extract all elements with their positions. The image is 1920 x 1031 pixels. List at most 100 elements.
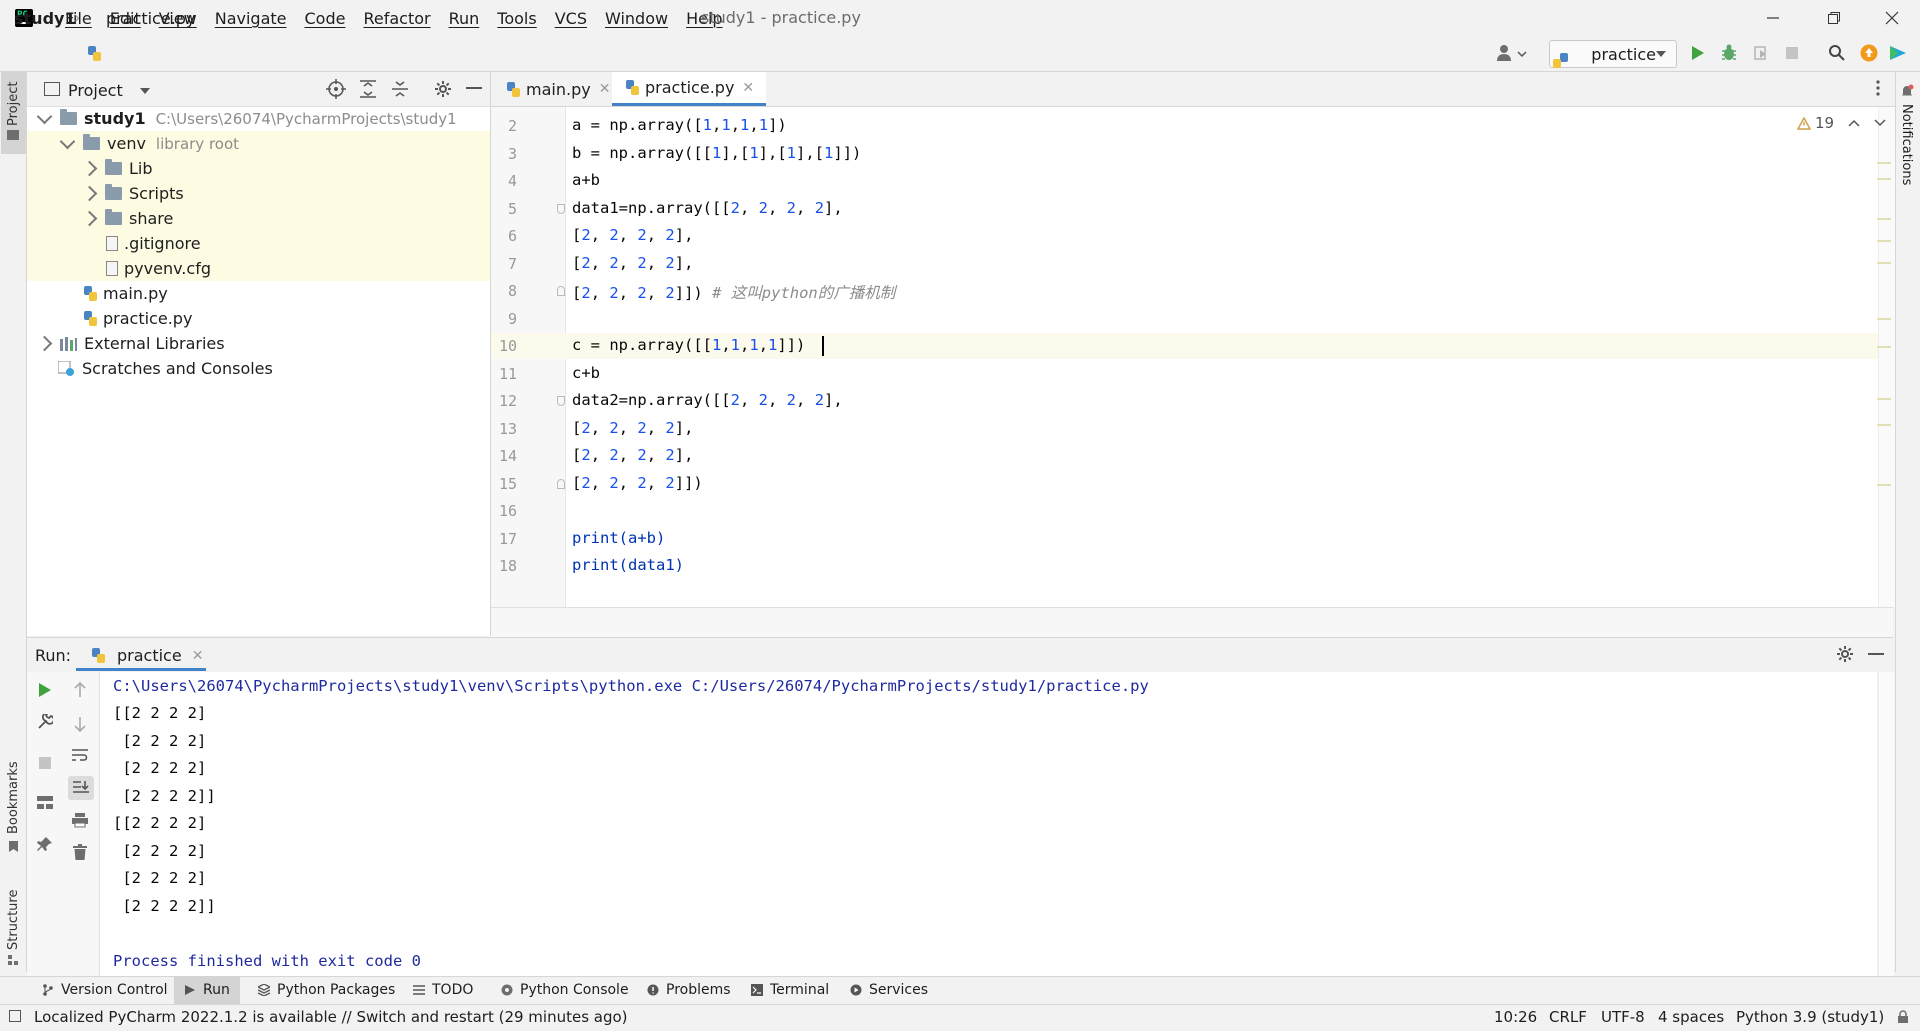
caret-position[interactable]: 10:26 — [1494, 1008, 1537, 1026]
plugin-button[interactable] — [1888, 44, 1908, 62]
run-console-output[interactable] — [100, 672, 1877, 976]
project-view-selector[interactable]: Project — [68, 81, 123, 100]
python-packages-tool-button[interactable]: Python Packages — [258, 976, 395, 1004]
run-tab-label: practice — [117, 646, 182, 665]
indent-setting[interactable]: 4 spaces — [1658, 1008, 1724, 1026]
chevron-right-icon — [81, 185, 98, 202]
account-button[interactable] — [1496, 44, 1530, 62]
collapse-all-button[interactable] — [391, 80, 409, 98]
tree-item-scripts[interactable]: Scripts — [27, 181, 490, 206]
todo-tool-button[interactable]: TODO — [413, 976, 473, 1004]
edit-configuration-button[interactable] — [37, 714, 53, 730]
tab-main-py[interactable]: main.py ✕ — [507, 72, 610, 106]
menu-run[interactable]: Run — [440, 9, 489, 28]
status-message[interactable]: Localized PyCharm 2022.1.2 is available … — [34, 1008, 628, 1026]
menu-tools[interactable]: Tools — [488, 9, 545, 28]
editor-scrollbar[interactable] — [1878, 107, 1895, 607]
search-everywhere-button[interactable] — [1828, 44, 1846, 62]
pin-tab-button[interactable] — [37, 836, 53, 852]
rerun-button[interactable] — [38, 682, 52, 698]
fold-marker-icon[interactable] — [557, 204, 565, 214]
services-tool-button[interactable]: Services — [850, 976, 928, 1004]
breadcrumb-file[interactable]: practice.py — [106, 9, 195, 28]
error-stripe-mark — [1877, 484, 1891, 486]
structure-tool-tab[interactable]: Structure — [6, 890, 21, 950]
tree-item-venv[interactable]: venv library root — [27, 131, 490, 156]
python-interpreter[interactable]: Python 3.9 (study1) — [1736, 1008, 1884, 1026]
stop-run-button[interactable] — [38, 756, 52, 770]
expand-all-button[interactable] — [359, 80, 377, 98]
tree-item-gitignore[interactable]: .gitignore — [27, 231, 490, 256]
terminal-tool-button[interactable]: Terminal — [751, 976, 829, 1004]
console-scrollbar[interactable] — [1878, 672, 1894, 976]
tab-practice-py[interactable]: practice.py ✕ — [612, 72, 767, 106]
chevron-up-icon[interactable] — [1848, 119, 1860, 127]
hide-run-panel-button[interactable] — [1868, 652, 1884, 656]
menu-code[interactable]: Code — [296, 9, 355, 28]
problems-tool-button[interactable]: Problems — [647, 976, 731, 1004]
fold-marker-icon[interactable] — [557, 479, 565, 489]
stop-button[interactable] — [1785, 46, 1799, 60]
toggle-tool-windows-icon[interactable] — [9, 1010, 21, 1022]
lock-icon[interactable] — [1896, 1010, 1910, 1024]
editor-horizontal-scroll-area[interactable] — [491, 607, 1893, 637]
restore-button[interactable] — [1806, 0, 1862, 36]
project-tool-tab-label: Project — [6, 81, 21, 126]
close-tab-icon[interactable]: ✕ — [599, 81, 611, 97]
update-button[interactable] — [1860, 44, 1878, 62]
restore-layout-button[interactable] — [37, 796, 53, 810]
scroll-to-end-button[interactable] — [68, 776, 94, 800]
tree-item-pyvenv-cfg[interactable]: pyvenv.cfg — [27, 256, 490, 281]
breadcrumb-project[interactable]: study1 — [14, 9, 76, 28]
soft-wrap-button[interactable] — [72, 748, 88, 762]
debug-button[interactable] — [1720, 44, 1738, 62]
menu-window[interactable]: Window — [596, 9, 677, 28]
run-tab-practice[interactable]: practice ✕ — [92, 646, 203, 665]
locate-file-button[interactable] — [326, 79, 346, 99]
print-button[interactable] — [72, 812, 88, 828]
code-line: [2, 2, 2, 2]]) # 这叫python的广播机制 — [572, 281, 895, 303]
python-console-icon — [501, 984, 513, 996]
line-separator[interactable]: CRLF — [1549, 1008, 1587, 1026]
close-window-button[interactable] — [1864, 0, 1920, 36]
line-number: 11 — [498, 365, 517, 383]
hide-panel-button[interactable] — [466, 86, 482, 90]
inspection-widget[interactable]: 19 — [1797, 114, 1886, 132]
tree-item-scratches[interactable]: Scratches and Consoles — [27, 356, 490, 381]
tree-item-lib[interactable]: Lib — [27, 156, 490, 181]
tree-item-share[interactable]: share — [27, 206, 490, 231]
menu-navigate[interactable]: Navigate — [206, 9, 296, 28]
menu-vcs[interactable]: VCS — [546, 9, 596, 28]
run-configuration-select[interactable]: practice — [1549, 40, 1677, 68]
menu-refactor[interactable]: Refactor — [354, 9, 439, 28]
console-line: [2 2 2 2]] — [113, 787, 216, 805]
clear-all-button[interactable] — [73, 844, 87, 860]
close-tab-icon[interactable]: ✕ — [742, 80, 754, 96]
fold-marker-icon[interactable] — [557, 396, 565, 406]
run-tool-button[interactable]: Run — [174, 976, 240, 1004]
tree-item-external-libraries[interactable]: External Libraries — [27, 331, 490, 356]
editor-options-button[interactable] — [1876, 80, 1880, 96]
chevron-down-icon[interactable] — [1874, 119, 1886, 127]
tree-item-study1[interactable]: study1 C:\Users\26074\PycharmProjects\st… — [27, 106, 502, 131]
bookmarks-tool-tab[interactable]: Bookmarks — [6, 761, 21, 834]
run-button[interactable] — [1690, 44, 1706, 62]
scroll-up-button[interactable] — [73, 682, 87, 698]
close-tab-icon[interactable]: ✕ — [192, 648, 204, 664]
minimize-button[interactable] — [1745, 0, 1801, 36]
coverage-button[interactable] — [1752, 44, 1770, 62]
project-view-icon — [44, 82, 60, 96]
python-console-tool-button[interactable]: Python Console — [501, 976, 629, 1004]
tree-item-main-py[interactable]: main.py — [27, 281, 490, 306]
scroll-down-button[interactable] — [73, 716, 87, 732]
tree-item-practice-py[interactable]: practice.py — [27, 306, 490, 331]
run-settings-button[interactable] — [1836, 645, 1854, 663]
file-encoding[interactable]: UTF-8 — [1601, 1008, 1645, 1026]
breadcrumb-separator: › — [74, 8, 81, 27]
notifications-bell-icon — [1900, 84, 1914, 98]
project-settings-button[interactable] — [434, 80, 452, 98]
notifications-tool-tab[interactable]: Notifications — [1899, 104, 1914, 185]
version-control-tool-button[interactable]: Version Control — [42, 976, 168, 1004]
code-line: [2, 2, 2, 2], — [572, 226, 694, 244]
fold-marker-icon[interactable] — [557, 286, 565, 296]
